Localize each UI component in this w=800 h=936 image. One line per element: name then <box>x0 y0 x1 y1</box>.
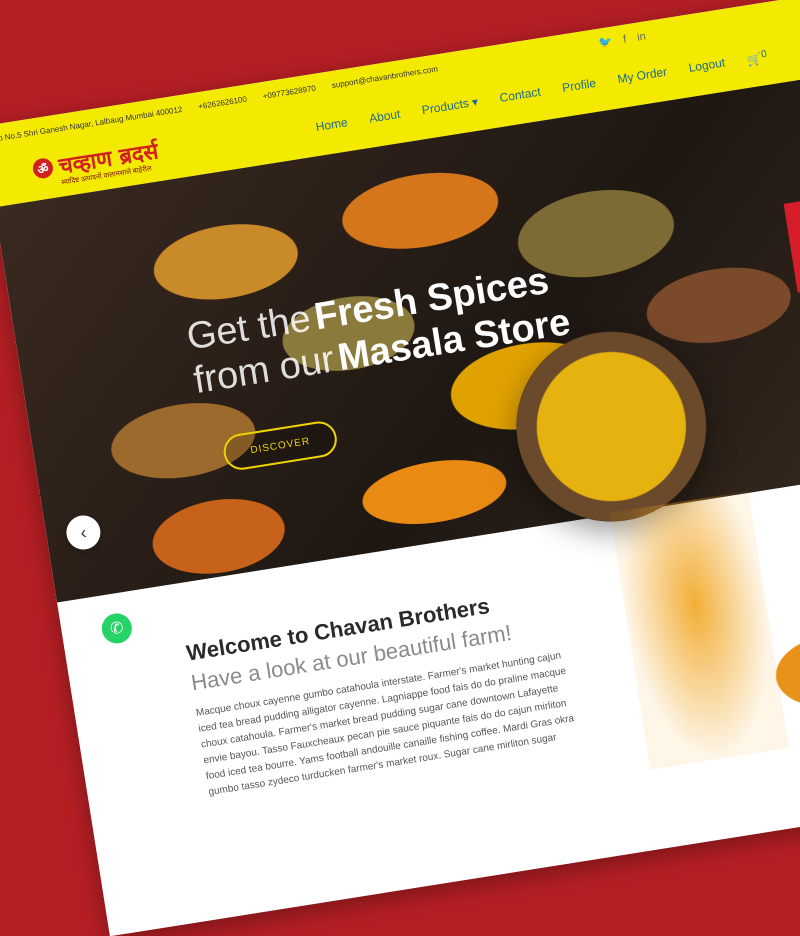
linkedin-icon[interactable]: in <box>636 30 646 43</box>
logo-icon: ॐ <box>31 156 55 180</box>
nav-profile[interactable]: Profile <box>561 76 597 97</box>
whatsapp-icon[interactable]: ✆ <box>99 611 134 646</box>
nav-home[interactable]: Home <box>315 115 349 136</box>
twitter-icon[interactable]: 🐦 <box>598 36 613 50</box>
nav-products-label: Products <box>420 95 470 118</box>
chevron-left-icon: ‹ <box>78 521 88 543</box>
nav-about[interactable]: About <box>368 107 401 128</box>
nav-products[interactable]: Products ▾ <box>421 95 480 120</box>
hero-headline: Get the Fresh Spices from our Masala Sto… <box>184 260 573 406</box>
send-message-button[interactable]: Send message <box>783 197 800 293</box>
nav-contact[interactable]: Contact <box>499 85 542 107</box>
contact-bar: op No.5 Shri Ganesh Nagar, Lalbaug Mumba… <box>0 62 452 143</box>
facebook-icon[interactable]: f <box>622 34 627 46</box>
welcome-section: Welcome to Chavan Brothers Have a look a… <box>185 582 586 801</box>
browser-page: op No.5 Shri Ganesh Nagar, Lalbaug Mumba… <box>0 0 800 936</box>
cart-count: 0 <box>760 48 768 61</box>
prev-slide-button[interactable]: ‹ <box>63 513 103 552</box>
phone-link-1[interactable]: +6262626100 <box>198 95 248 112</box>
social-links: 🐦 f in <box>590 29 647 51</box>
nav-my-order[interactable]: My Order <box>616 65 668 89</box>
nav-logout[interactable]: Logout <box>688 55 727 77</box>
discover-button[interactable]: DISCOVER <box>221 418 340 473</box>
email-link[interactable]: support@chavanbrothers.com <box>331 64 438 90</box>
phone-link-2[interactable]: +09773628970 <box>262 84 316 101</box>
cart-icon[interactable]: 🛒0 <box>746 49 769 68</box>
chevron-down-icon: ▾ <box>470 94 480 110</box>
